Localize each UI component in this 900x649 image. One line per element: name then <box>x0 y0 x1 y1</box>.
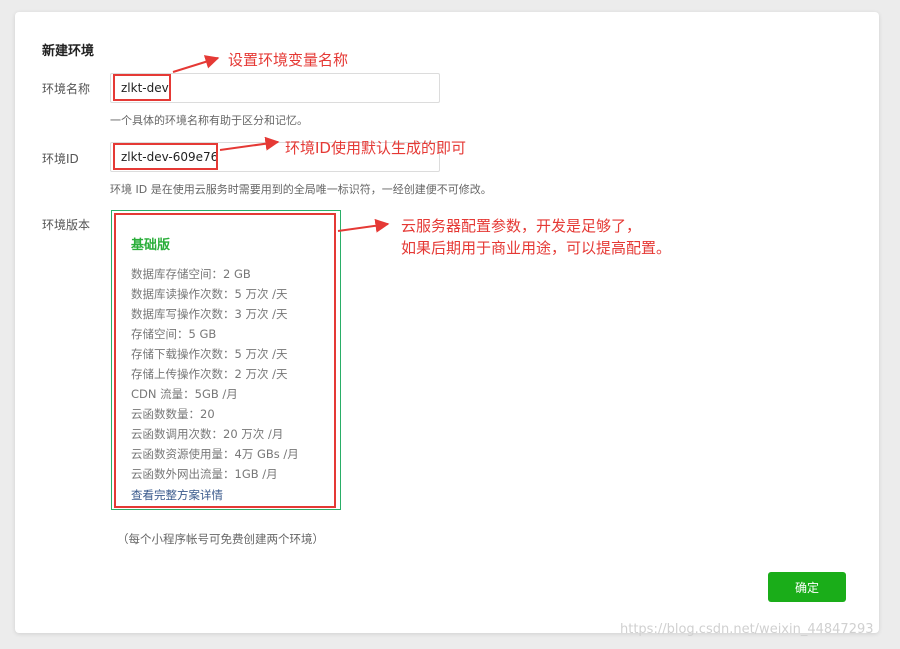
arrow-to-id <box>219 136 280 151</box>
arrow-to-plan <box>337 218 390 233</box>
annotation-plan-note-line2: 如果后期用于商业用途，可以提高配置。 <box>401 239 672 257</box>
arrow-to-name <box>172 55 220 73</box>
annotation-name-note: 设置环境变量名称 <box>228 51 349 69</box>
annotation-plan-note-line1: 云服务器配置参数，开发是足够了， <box>401 217 642 235</box>
annotation-id-note: 环境ID使用默认生成的即可 <box>285 139 466 157</box>
annotation-arrows <box>172 55 390 233</box>
watermark: https://blog.csdn.net/weixin_44847293 <box>620 622 874 637</box>
